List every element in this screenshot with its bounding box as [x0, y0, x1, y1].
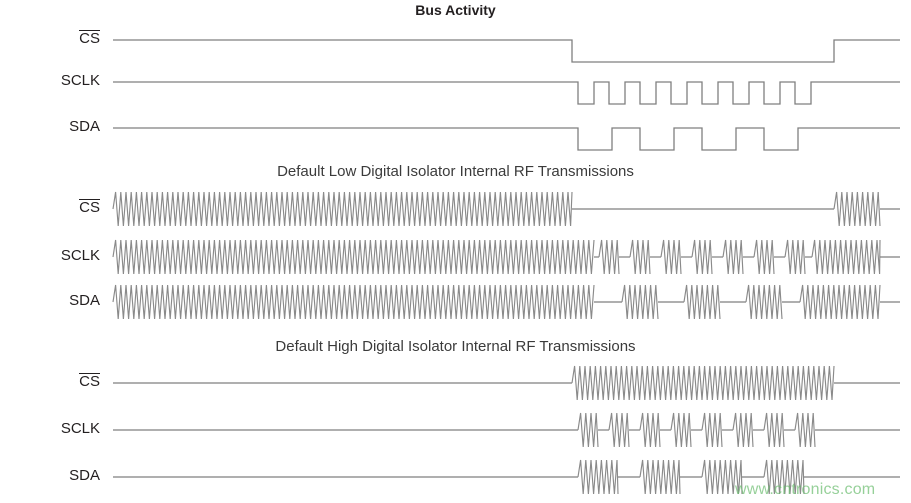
rf-burst [660, 239, 682, 275]
row-label-text: CS [79, 199, 100, 216]
rf-burst [629, 239, 651, 275]
row-label-text: CS [79, 373, 100, 390]
rf-burst [112, 284, 595, 320]
row-label-text: SCLK [60, 72, 100, 89]
trace-bus-cs [113, 39, 900, 63]
watermark: www.cntronics.com [735, 481, 876, 498]
rf-burst [683, 284, 721, 320]
timing-diagram: Bus Activity Default Low Digital Isolato… [0, 0, 911, 503]
row-label-text: SDA [69, 292, 100, 309]
trace-low-rf-cs [112, 191, 900, 227]
rf-burst [608, 412, 630, 448]
rf-burst [763, 412, 785, 448]
trace-low-rf-sclk [112, 239, 900, 275]
trace-bus-sda [113, 127, 900, 151]
rf-burst [799, 284, 881, 320]
rf-burst [112, 239, 595, 275]
rf-burst [794, 412, 816, 448]
rf-burst [811, 239, 881, 275]
row-label-default-low-cs: CS [0, 199, 100, 216]
row-label-default-low-sda: SDA [0, 292, 100, 309]
trace-high-rf-sclk [113, 412, 900, 448]
rf-burst [639, 412, 661, 448]
rf-burst [701, 412, 723, 448]
rf-burst [577, 412, 599, 448]
row-label-default-low-sclk: SCLK [0, 247, 100, 264]
waveform-canvas [112, 39, 900, 495]
rf-burst [571, 365, 835, 401]
row-label-text: SDA [69, 118, 100, 135]
row-label-default-high-cs: CS [0, 373, 100, 390]
row-label-bus-activity-sclk: SCLK [0, 72, 100, 89]
rf-burst [784, 239, 806, 275]
rf-burst [753, 239, 775, 275]
rf-burst [833, 191, 881, 227]
rf-burst [598, 239, 620, 275]
trace-bus-sclk [113, 81, 900, 105]
row-label-default-high-sda: SDA [0, 467, 100, 484]
trace-high-rf-cs [113, 365, 900, 401]
rf-burst [722, 239, 744, 275]
row-label-text: SCLK [60, 247, 100, 264]
rf-burst [577, 459, 619, 495]
row-label-bus-activity-sda: SDA [0, 118, 100, 135]
row-label-text: CS [79, 30, 100, 47]
row-label-default-high-sclk: SCLK [0, 420, 100, 437]
rf-burst [112, 191, 573, 227]
rf-burst [745, 284, 783, 320]
rf-burst [691, 239, 713, 275]
rf-burst [670, 412, 692, 448]
rf-burst [732, 412, 754, 448]
rf-burst [639, 459, 681, 495]
rf-burst [621, 284, 659, 320]
row-label-bus-activity-cs: CS [0, 30, 100, 47]
trace-low-rf-sda [112, 284, 900, 320]
row-label-text: SCLK [60, 420, 100, 437]
row-label-text: SDA [69, 467, 100, 484]
